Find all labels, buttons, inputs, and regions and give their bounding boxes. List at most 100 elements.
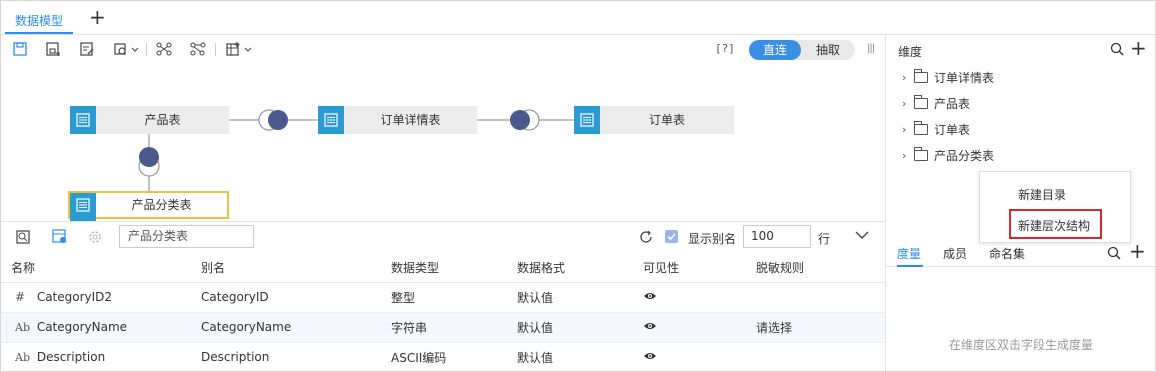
settings-dropdown-icon[interactable] [113,41,129,57]
column-header: 数据格式 [507,254,633,283]
field-name-cell[interactable]: Ab CategoryName [1,312,191,343]
tab-bar: 数据模型 + [1,1,1155,35]
integer-type-icon: # [15,290,26,304]
panel-collapse-handle[interactable]: ||| [867,43,875,54]
chevron-right-icon[interactable]: › [902,149,914,162]
eye-icon[interactable] [643,321,657,331]
extract-mode-option[interactable]: 抽取 [805,40,851,60]
table-node-order-detail[interactable]: 订单详情表 [318,106,477,134]
dimension-folder-label: 产品分类表 [934,148,995,163]
chevron-right-icon[interactable]: › [902,123,914,136]
gear-icon[interactable] [87,229,103,245]
dimension-folder[interactable]: › 订单表 [902,119,970,139]
visibility-cell[interactable] [633,342,746,372]
table-row[interactable]: Ab CategoryName CategoryName 字符串 默认值 请选择 [1,312,885,343]
field-masking[interactable] [746,282,885,313]
chevron-down-icon[interactable] [853,226,871,244]
show-alias-label: 显示别名 [688,232,737,246]
field-name: CategoryID2 [36,290,113,304]
chevron-right-icon[interactable]: › [902,97,914,110]
tab-named-sets[interactable]: 命名集 [989,245,1025,262]
field-masking-select[interactable]: 请选择 [746,312,885,343]
field-format[interactable]: 默认值 [507,282,633,313]
column-header: 名称 [1,254,191,283]
measure-empty-hint: 在维度区双击字段生成度量 [949,338,1094,352]
eye-icon[interactable] [643,351,657,361]
add-table-icon[interactable] [225,41,241,57]
join-dot[interactable] [139,147,159,167]
field-name-cell[interactable]: Ab Description [1,342,191,372]
field-name: CategoryName [36,320,128,334]
chevron-down-icon[interactable] [243,41,253,57]
eye-icon[interactable] [643,291,657,301]
fields-table: 名称 别名 数据类型 数据格式 可见性 脱敏规则 # CategoryID2 C… [1,254,885,372]
toolbar-divider [215,43,216,56]
field-alias[interactable]: CategoryName [191,312,381,343]
model-canvas[interactable]: 产品表 订单详情表 订单表 产品分类表 [1,63,885,221]
show-alias-checkbox[interactable] [665,230,678,243]
model-toolbar: [?] 直连 抽取 ||| [1,35,885,63]
tab-members[interactable]: 成员 [943,245,967,262]
tab-data-model[interactable]: 数据模型 [5,1,74,34]
field-format[interactable]: 默认值 [507,312,633,343]
field-data-type[interactable]: ASCII编码 [381,342,507,372]
field-alias[interactable]: CategoryID [191,282,381,313]
active-tab-indicator [897,265,923,267]
table-icon [70,193,96,221]
add-measure-button[interactable]: + [1129,239,1146,263]
save-as-icon[interactable] [45,41,61,57]
folder-icon [914,94,928,109]
dimension-folder[interactable]: › 订单详情表 [902,67,994,87]
field-data-type[interactable]: 字符串 [381,312,507,343]
table-icon [574,106,600,134]
help-button[interactable]: [?] [715,42,735,55]
search-icon[interactable] [1107,246,1121,260]
dimension-folder-label: 产品表 [934,96,971,111]
field-masking[interactable] [746,342,885,372]
add-dimension-button[interactable]: + [1130,36,1147,60]
dimension-folder[interactable]: › 产品表 [902,93,970,113]
field-name: Description [36,350,106,364]
field-name-cell[interactable]: # CategoryID2 [1,282,191,313]
add-tab-button[interactable]: + [89,7,106,27]
table-search-input[interactable]: 产品分类表 [119,225,254,248]
join-dot[interactable] [268,110,288,130]
join-dot[interactable] [510,110,530,130]
field-format[interactable]: 默认值 [507,342,633,372]
refresh-icon[interactable] [638,229,654,245]
field-panel-toolbar: 产品分类表 显示别名 100 行 [1,221,885,251]
table-node-category[interactable]: 产品分类表 [68,191,229,221]
visibility-cell[interactable] [633,282,746,313]
search-icon[interactable] [1110,42,1124,56]
field-settings-icon[interactable] [52,229,68,245]
save-icon[interactable] [12,41,28,57]
direct-mode-option[interactable]: 直连 [749,40,801,60]
folder-icon [914,120,928,135]
dimension-folder[interactable]: › 产品分类表 [902,145,994,165]
column-header: 数据类型 [381,254,507,283]
edit-sql-icon[interactable] [79,41,95,57]
table-icon [70,106,96,134]
new-folder-menu-item[interactable]: 新建目录 [1018,186,1066,203]
column-header: 可见性 [633,254,746,283]
string-type-icon: Ab [15,351,30,364]
chevron-down-icon[interactable] [130,41,140,57]
toolbar-divider [146,43,147,56]
field-alias[interactable]: Description [191,342,381,372]
dimension-panel-title: 维度 [898,45,923,59]
tab-measures[interactable]: 度量 [897,245,921,262]
visibility-cell[interactable] [633,312,746,343]
column-header: 脱敏规则 [746,254,885,283]
preview-icon[interactable] [15,229,31,245]
table-header-row: 名称 别名 数据类型 数据格式 可见性 脱敏规则 [1,254,885,283]
table-node-order[interactable]: 订单表 [574,106,734,134]
relation-icon[interactable] [190,41,206,57]
table-node-product[interactable]: 产品表 [70,106,229,134]
row-count-input[interactable]: 100 [743,225,811,248]
table-row[interactable]: Ab Description Description ASCII编码 默认值 [1,342,885,372]
join-icon[interactable] [156,41,172,57]
field-data-type[interactable]: 整型 [381,282,507,313]
chevron-right-icon[interactable]: › [902,71,914,84]
table-row[interactable]: # CategoryID2 CategoryID 整型 默认值 [1,282,885,313]
table-node-label: 产品分类表 [131,198,192,212]
